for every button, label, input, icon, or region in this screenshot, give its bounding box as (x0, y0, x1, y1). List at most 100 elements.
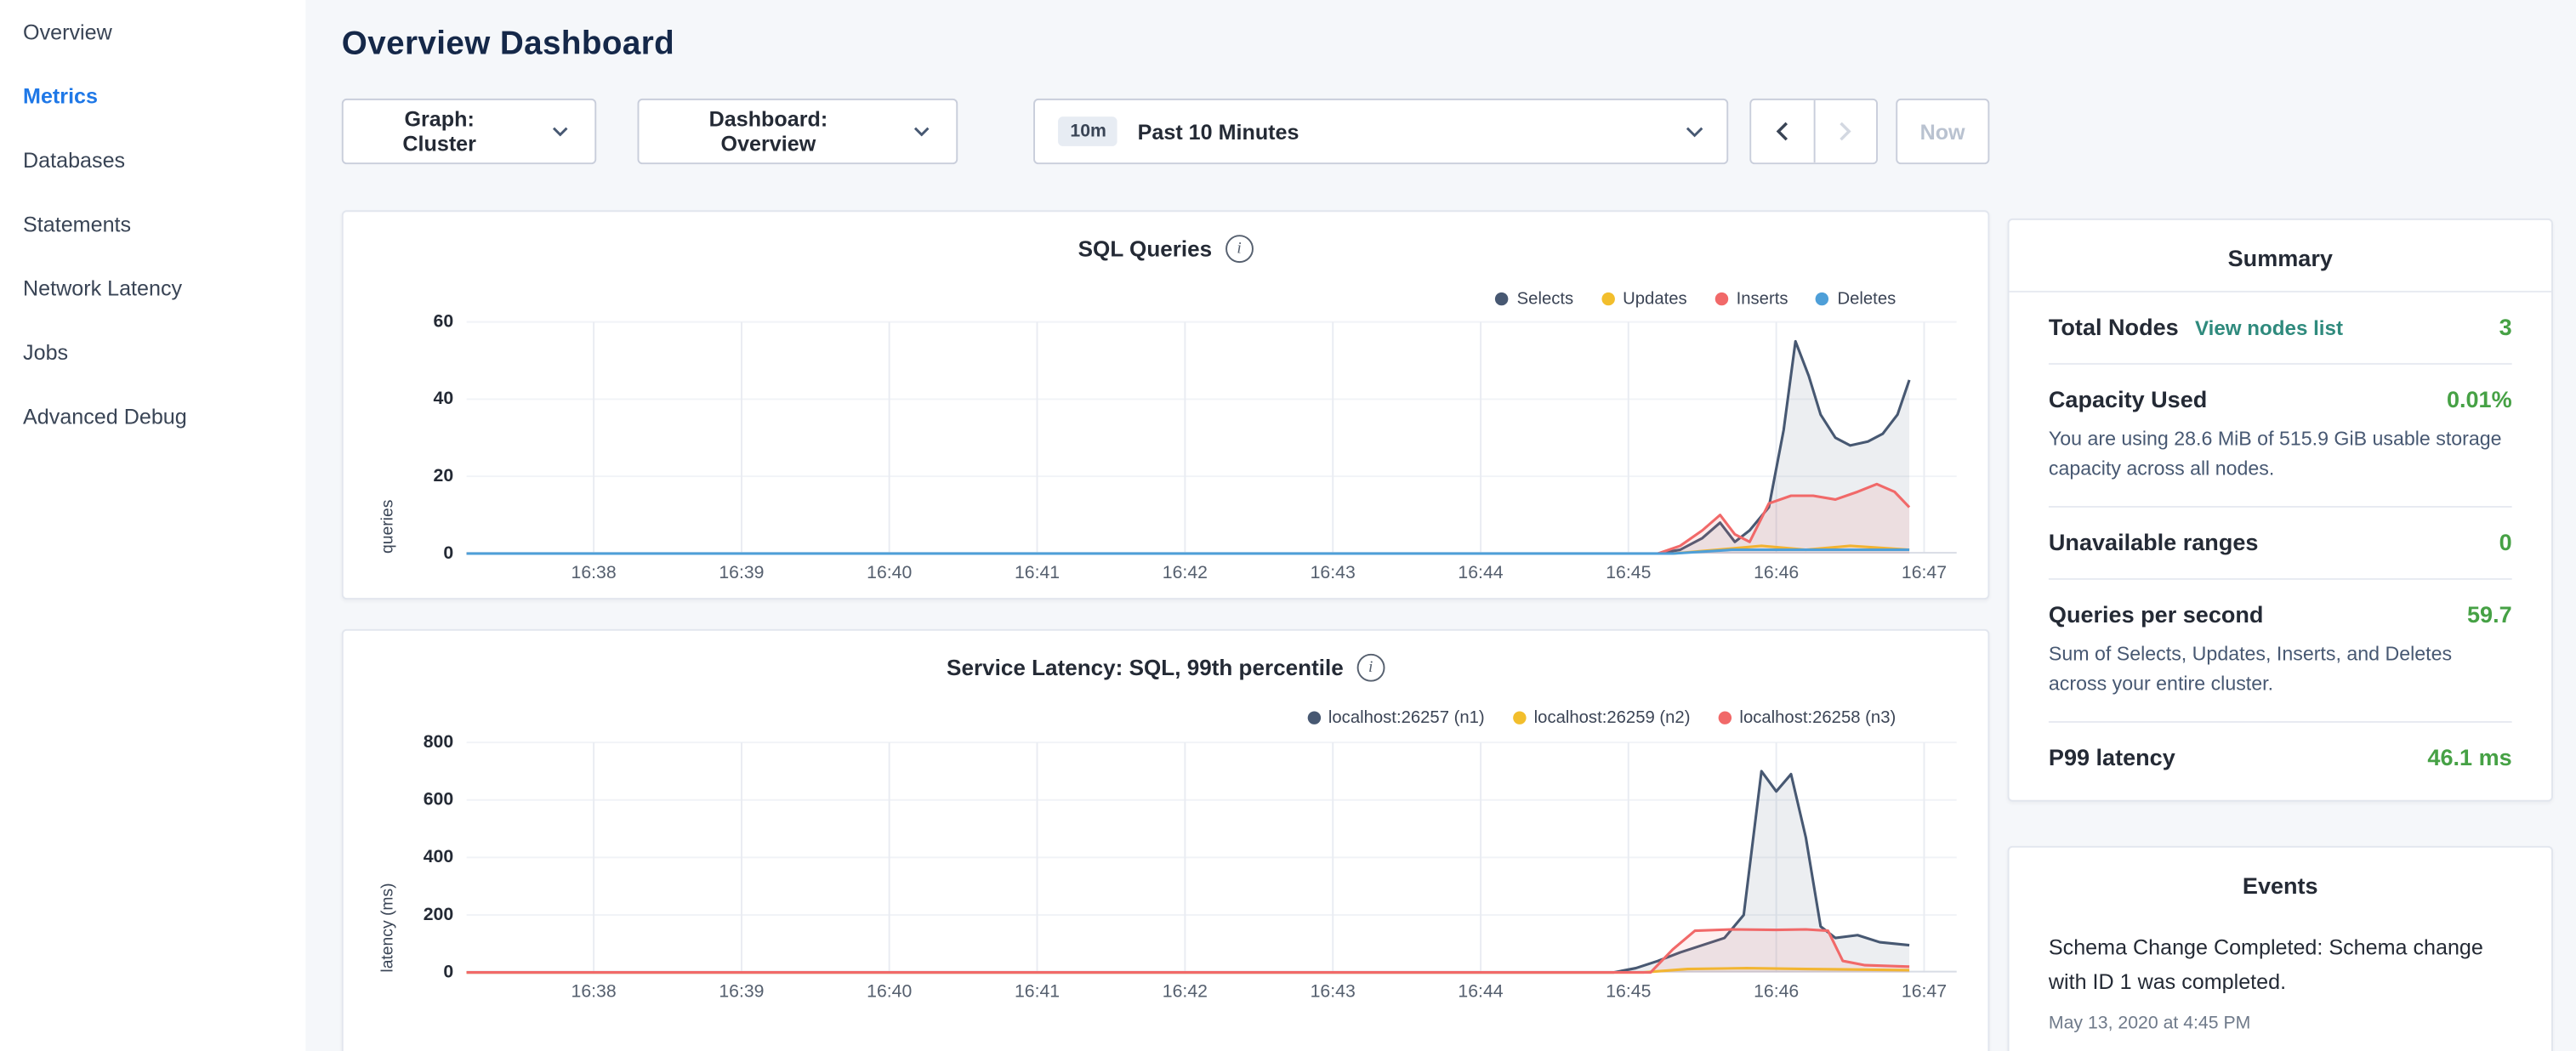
view-nodes-link[interactable]: View nodes list (2195, 317, 2343, 340)
summary-title: Summary (2010, 220, 2551, 293)
legend-label: Deletes (1837, 289, 1896, 309)
y-tick-label: 800 (424, 733, 453, 753)
main-content: Overview Dashboard Graph: Cluster Dashbo… (305, 0, 2007, 1051)
qps-label: Queries per second (2049, 601, 2264, 628)
x-tick-label: 16:44 (1458, 982, 1503, 1002)
x-tick-label: 16:42 (1163, 564, 1208, 583)
x-tick-label: 16:47 (1902, 564, 1947, 583)
x-tick-label: 16:39 (719, 982, 764, 1002)
x-tick-label: 16:46 (1754, 564, 1799, 583)
x-tick-label: 16:43 (1311, 564, 1356, 583)
time-forward-button[interactable] (1813, 100, 1876, 162)
legend-dot (1513, 711, 1526, 724)
y-tick-label: 40 (434, 389, 454, 409)
sidebar-item-jobs[interactable]: Jobs (0, 321, 305, 384)
events-title: Events (2010, 848, 2551, 918)
events-panel: Events Schema Change Completed: Schema c… (2008, 846, 2553, 1051)
x-tick-label: 16:44 (1458, 564, 1503, 583)
legend-dot (1307, 711, 1320, 724)
capacity-label: Capacity Used (2049, 386, 2207, 412)
legend-dot (1601, 293, 1614, 305)
x-tick-label: 16:45 (1606, 564, 1651, 583)
x-tick-label: 16:47 (1902, 982, 1947, 1002)
chart-legend: Selects Updates Inserts Deletes (1496, 289, 1896, 309)
dashboard-dropdown[interactable]: Dashboard: Overview (637, 99, 958, 164)
plot-area: latency (ms) 0200400600800 16:3816:3916:… (467, 742, 1957, 972)
x-tick-label: 16:42 (1163, 982, 1208, 1002)
sql-queries-chart-card: SQL Queries i Selects Updates Inserts De… (342, 210, 1990, 599)
legend-label: Updates (1623, 289, 1687, 309)
time-range-selector[interactable]: 10m Past 10 Minutes (1034, 99, 1728, 164)
x-tick-label: 16:41 (1015, 982, 1060, 1002)
x-tick-label: 16:38 (571, 982, 616, 1002)
total-nodes-value: 3 (2499, 314, 2512, 340)
info-icon[interactable]: i (1356, 654, 1385, 682)
y-tick-label: 600 (424, 790, 453, 810)
summary-row-p99-latency: P99 latency 46.1 ms (2049, 721, 2512, 793)
now-button[interactable]: Now (1896, 99, 1990, 164)
legend-dot (1496, 293, 1509, 305)
total-nodes-label: Total Nodes (2049, 314, 2179, 340)
legend-label: Inserts (1737, 289, 1788, 309)
info-icon[interactable]: i (1225, 235, 1254, 263)
sidebar-item-databases[interactable]: Databases (0, 128, 305, 192)
summary-row-capacity: Capacity Used 0.01% You are using 28.6 M… (2049, 363, 2512, 506)
sidebar-item-network-latency[interactable]: Network Latency (0, 256, 305, 320)
sidebar-item-overview[interactable]: Overview (0, 0, 305, 64)
y-tick-label: 0 (443, 963, 453, 982)
summary-row-total-nodes: Total Nodes View nodes list 3 (2049, 293, 2512, 363)
y-tick-label: 0 (443, 543, 453, 563)
x-axis-ticks: 16:3816:3916:4016:4116:4216:4316:4416:45… (467, 554, 1957, 589)
legend-dot (1718, 711, 1731, 724)
chevron-down-icon (552, 127, 568, 137)
right-sidebar: Summary Total Nodes View nodes list 3 Ca… (2008, 0, 2553, 1051)
y-tick-label: 60 (434, 312, 454, 332)
chart-title: Service Latency: SQL, 99th percentile (947, 656, 1344, 680)
qps-description: Sum of Selects, Updates, Inserts, and De… (2049, 639, 2512, 698)
event-item[interactable]: Schema Change Completed: Schema change w… (2010, 918, 2551, 1051)
time-range-badge: 10m (1059, 116, 1118, 146)
sidebar-item-advanced-debug[interactable]: Advanced Debug (0, 384, 305, 448)
time-range-label: Past 10 Minutes (1138, 119, 1299, 144)
legend-label: Selects (1517, 289, 1574, 309)
y-tick-label: 20 (434, 467, 454, 486)
legend-label: localhost:26259 (n2) (1534, 708, 1691, 728)
legend-item: localhost:26258 (n3) (1718, 708, 1896, 728)
x-tick-label: 16:40 (867, 564, 912, 583)
chevron-down-icon (1685, 126, 1703, 138)
chart-legend: localhost:26257 (n1) localhost:26259 (n2… (1307, 708, 1896, 728)
chart-header: Service Latency: SQL, 99th percentile i (344, 654, 1988, 682)
event-timestamp: May 13, 2020 at 4:45 PM (2049, 1013, 2512, 1032)
summary-panel: Summary Total Nodes View nodes list 3 Ca… (2008, 219, 2553, 802)
service-latency-plot[interactable] (467, 742, 1957, 972)
graph-dropdown-label: Graph: Cluster (370, 107, 509, 156)
qps-value: 59.7 (2467, 601, 2512, 628)
x-axis-ticks: 16:3816:3916:4016:4116:4216:4316:4416:45… (467, 973, 1957, 1008)
x-tick-label: 16:41 (1015, 564, 1060, 583)
service-latency-chart-card: Service Latency: SQL, 99th percentile i … (342, 629, 1990, 1051)
sidebar-item-statements[interactable]: Statements (0, 192, 305, 256)
x-tick-label: 16:43 (1311, 982, 1356, 1002)
y-axis-ticks: 0204060 (391, 322, 453, 554)
capacity-description: You are using 28.6 MiB of 515.9 GiB usab… (2049, 423, 2512, 483)
sidebar-nav: Overview Metrics Databases Statements Ne… (0, 0, 305, 448)
x-tick-label: 16:38 (571, 564, 616, 583)
y-tick-label: 400 (424, 848, 453, 867)
legend-item: Updates (1601, 289, 1687, 309)
chevron-down-icon (914, 127, 930, 137)
x-tick-label: 16:40 (867, 982, 912, 1002)
legend-item: Inserts (1715, 289, 1788, 309)
sql-queries-plot[interactable] (467, 322, 1957, 554)
legend-item: Selects (1496, 289, 1574, 309)
time-back-button[interactable] (1751, 100, 1813, 162)
summary-rows: Total Nodes View nodes list 3 Capacity U… (2010, 293, 2551, 800)
x-tick-label: 16:46 (1754, 982, 1799, 1002)
sidebar-item-metrics[interactable]: Metrics (0, 64, 305, 128)
graph-dropdown[interactable]: Graph: Cluster (342, 99, 596, 164)
legend-item: Deletes (1816, 289, 1896, 309)
chart-title: SQL Queries (1078, 236, 1213, 261)
legend-item: localhost:26259 (n2) (1513, 708, 1691, 728)
legend-dot (1715, 293, 1728, 305)
event-message: Schema Change Completed: Schema change w… (2049, 931, 2512, 999)
y-tick-label: 200 (424, 905, 453, 924)
